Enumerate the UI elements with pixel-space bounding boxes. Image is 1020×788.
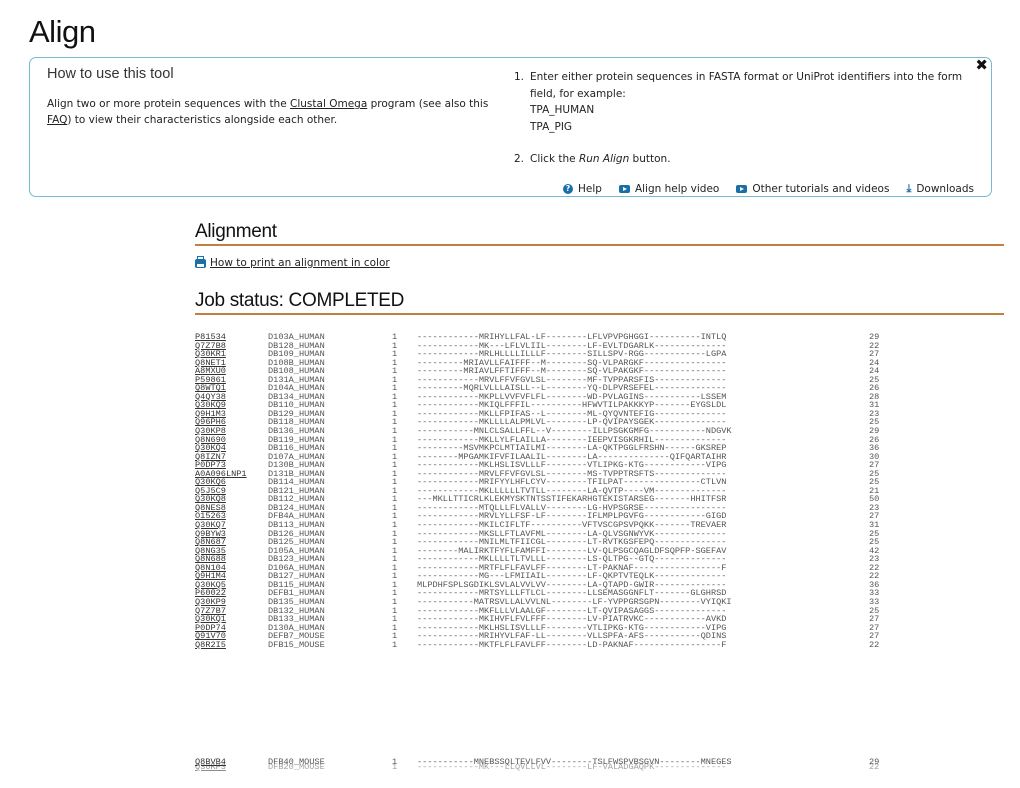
desc-text: program (see also this (367, 98, 489, 110)
desc-text: Align two or more protein sequences with… (47, 98, 291, 110)
step-text: button. (629, 153, 671, 165)
print-color-link[interactable]: How to print an alignment in color (195, 255, 390, 269)
download-icon: ⤓ (906, 182, 912, 195)
help-steps: 1. Enter either protein sequences in FAS… (514, 69, 964, 168)
example-identifier: TPA_PIG (530, 120, 573, 133)
end-position: 22 (869, 762, 880, 772)
alignment-row: Q30KP3 DFB20_MOUSE 1 ------------MK---LLQVL… (195, 763, 899, 772)
tutorials-label: Other tutorials and videos (752, 183, 890, 195)
step-1: 1. Enter either protein sequences in FAS… (514, 69, 964, 135)
help-panel: How to use this tool Align two or more p… (29, 56, 992, 197)
step-text: Enter either protein sequences in FASTA … (530, 71, 963, 100)
help-link-label: Help (578, 183, 602, 195)
uniprot-accession-link[interactable]: Q8R2I5 (195, 641, 268, 650)
downloads-label: Downloads (916, 183, 974, 195)
start-position: 1 (392, 762, 398, 772)
run-align-label: Run Align (578, 153, 630, 165)
end-position: 22 (869, 639, 880, 650)
aligned-sequence: ------------MK---LLQVLLVL--------LF-VALA… (417, 762, 727, 772)
page-title: Align (29, 14, 96, 49)
alignment-row: Q8R2I5 DFB15_MOUSE 1 ------------MKTFLFLFAV… (195, 641, 899, 650)
start-position: 1 (392, 639, 398, 650)
help-link[interactable]: ? Help (563, 182, 602, 196)
align-help-video-label: Align help video (634, 183, 720, 195)
tutorials-link[interactable]: Other tutorials and videos (736, 182, 889, 196)
step-text: Click the (530, 153, 579, 165)
entry-name: DFB15_MOUSE (268, 639, 325, 650)
uniprot-accession-link[interactable]: Q30KP3 (195, 763, 268, 772)
desc-text: ) to view their characteristics alongsid… (67, 114, 338, 126)
help-links: ? Help Align help video Other tutorials a… (563, 182, 974, 196)
alignment-heading: Alignment (195, 221, 1004, 246)
help-description: Align two or more protein sequences with… (47, 96, 507, 128)
step-number: 2. (514, 153, 525, 165)
clustal-omega-link[interactable]: Clustal Omega (290, 98, 367, 110)
print-color-link-label[interactable]: How to print an alignment in color (210, 257, 390, 269)
help-title: How to use this tool (47, 66, 174, 82)
alignment-table: P81534 D103A_HUMAN 1 ------------MRIHYLLFAL… (195, 333, 899, 649)
video-icon (618, 185, 630, 193)
help-icon: ? (563, 184, 573, 194)
entry-name: DFB20_MOUSE (268, 762, 325, 772)
downloads-link[interactable]: ⤓ Downloads (906, 182, 974, 196)
step-number: 1. (514, 71, 525, 83)
faq-link[interactable]: FAQ (47, 114, 67, 126)
printer-icon (195, 255, 206, 268)
step-2: 2. Click the Run Align button. (514, 151, 964, 168)
video-icon (736, 185, 748, 193)
align-help-video-link[interactable]: Align help video (618, 182, 720, 196)
close-icon[interactable]: ✖ (975, 56, 988, 74)
aligned-sequence: ------------MKTFLFLFAVLFF--------LD-PAKN… (417, 639, 727, 650)
example-identifier: TPA_HUMAN (530, 104, 595, 116)
job-status-heading: Job status: COMPLETED (195, 290, 1004, 315)
